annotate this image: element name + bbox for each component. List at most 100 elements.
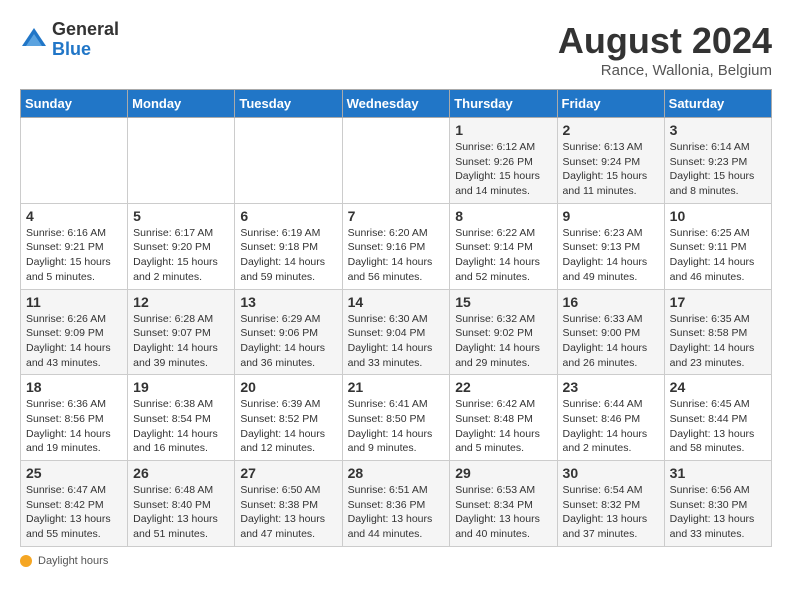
calendar-cell: 11 Sunrise: 6:26 AM Sunset: 9:09 PM Dayli… <box>21 289 128 375</box>
calendar-day-header: Friday <box>557 90 664 118</box>
day-number: 30 <box>563 465 659 481</box>
logo-icon <box>20 26 48 54</box>
day-info: Sunrise: 6:36 AM Sunset: 8:56 PM Dayligh… <box>26 397 122 456</box>
calendar-cell: 9 Sunrise: 6:23 AM Sunset: 9:13 PM Daylig… <box>557 203 664 289</box>
day-number: 3 <box>670 122 766 138</box>
day-info: Sunrise: 6:13 AM Sunset: 9:24 PM Dayligh… <box>563 140 659 199</box>
calendar-cell: 28 Sunrise: 6:51 AM Sunset: 8:36 PM Dayli… <box>342 461 450 547</box>
day-number: 12 <box>133 294 229 310</box>
day-info: Sunrise: 6:26 AM Sunset: 9:09 PM Dayligh… <box>26 312 122 371</box>
logo-blue: Blue <box>52 40 119 60</box>
legend-text: Daylight hours <box>38 555 108 567</box>
calendar-cell: 15 Sunrise: 6:32 AM Sunset: 9:02 PM Dayli… <box>450 289 557 375</box>
day-number: 25 <box>26 465 122 481</box>
calendar-cell <box>21 118 128 204</box>
calendar-week-row: 11 Sunrise: 6:26 AM Sunset: 9:09 PM Dayli… <box>21 289 772 375</box>
calendar-cell: 30 Sunrise: 6:54 AM Sunset: 8:32 PM Dayli… <box>557 461 664 547</box>
day-number: 19 <box>133 379 229 395</box>
day-number: 8 <box>455 208 551 224</box>
day-info: Sunrise: 6:42 AM Sunset: 8:48 PM Dayligh… <box>455 397 551 456</box>
day-info: Sunrise: 6:17 AM Sunset: 9:20 PM Dayligh… <box>133 226 229 285</box>
calendar-table: SundayMondayTuesdayWednesdayThursdayFrid… <box>20 89 772 547</box>
day-number: 13 <box>240 294 336 310</box>
day-number: 22 <box>455 379 551 395</box>
day-info: Sunrise: 6:38 AM Sunset: 8:54 PM Dayligh… <box>133 397 229 456</box>
calendar-day-header: Sunday <box>21 90 128 118</box>
logo-general: General <box>52 20 119 40</box>
day-info: Sunrise: 6:20 AM Sunset: 9:16 PM Dayligh… <box>348 226 445 285</box>
calendar-week-row: 1Sunrise: 6:12 AM Sunset: 9:26 PM Daylig… <box>21 118 772 204</box>
calendar-week-row: 18 Sunrise: 6:36 AM Sunset: 8:56 PM Dayli… <box>21 375 772 461</box>
day-info: Sunrise: 6:44 AM Sunset: 8:46 PM Dayligh… <box>563 397 659 456</box>
calendar-cell: 10 Sunrise: 6:25 AM Sunset: 9:11 PM Dayli… <box>664 203 771 289</box>
day-number: 9 <box>563 208 659 224</box>
day-number: 20 <box>240 379 336 395</box>
calendar-day-header: Monday <box>128 90 235 118</box>
day-info: Sunrise: 6:25 AM Sunset: 9:11 PM Dayligh… <box>670 226 766 285</box>
page-header: General Blue August 2024 Rance, Wallonia… <box>20 20 772 79</box>
calendar-cell: 5Sunrise: 6:17 AM Sunset: 9:20 PM Daylig… <box>128 203 235 289</box>
calendar-cell: 18 Sunrise: 6:36 AM Sunset: 8:56 PM Dayli… <box>21 375 128 461</box>
calendar-cell: 12 Sunrise: 6:28 AM Sunset: 9:07 PM Dayli… <box>128 289 235 375</box>
day-info: Sunrise: 6:19 AM Sunset: 9:18 PM Dayligh… <box>240 226 336 285</box>
day-info: Sunrise: 6:41 AM Sunset: 8:50 PM Dayligh… <box>348 397 445 456</box>
logo-text: General Blue <box>52 20 119 60</box>
day-number: 21 <box>348 379 445 395</box>
day-number: 27 <box>240 465 336 481</box>
calendar-cell: 31 Sunrise: 6:56 AM Sunset: 8:30 PM Dayli… <box>664 461 771 547</box>
calendar-cell: 13 Sunrise: 6:29 AM Sunset: 9:06 PM Dayli… <box>235 289 342 375</box>
day-info: Sunrise: 6:22 AM Sunset: 9:14 PM Dayligh… <box>455 226 551 285</box>
calendar-day-header: Tuesday <box>235 90 342 118</box>
day-info: Sunrise: 6:39 AM Sunset: 8:52 PM Dayligh… <box>240 397 336 456</box>
calendar-cell: 14Sunrise: 6:30 AM Sunset: 9:04 PM Dayli… <box>342 289 450 375</box>
calendar-cell: 23 Sunrise: 6:44 AM Sunset: 8:46 PM Dayli… <box>557 375 664 461</box>
day-info: Sunrise: 6:56 AM Sunset: 8:30 PM Dayligh… <box>670 483 766 542</box>
day-info: Sunrise: 6:47 AM Sunset: 8:42 PM Dayligh… <box>26 483 122 542</box>
day-info: Sunrise: 6:32 AM Sunset: 9:02 PM Dayligh… <box>455 312 551 371</box>
day-number: 18 <box>26 379 122 395</box>
calendar-week-row: 25 Sunrise: 6:47 AM Sunset: 8:42 PM Dayli… <box>21 461 772 547</box>
day-info: Sunrise: 6:54 AM Sunset: 8:32 PM Dayligh… <box>563 483 659 542</box>
day-info: Sunrise: 6:12 AM Sunset: 9:26 PM Dayligh… <box>455 140 551 199</box>
month-year: August 2024 <box>558 20 772 62</box>
calendar-header-row: SundayMondayTuesdayWednesdayThursdayFrid… <box>21 90 772 118</box>
day-number: 28 <box>348 465 445 481</box>
day-info: Sunrise: 6:28 AM Sunset: 9:07 PM Dayligh… <box>133 312 229 371</box>
day-number: 26 <box>133 465 229 481</box>
day-number: 2 <box>563 122 659 138</box>
calendar-cell: 27Sunrise: 6:50 AM Sunset: 8:38 PM Dayli… <box>235 461 342 547</box>
calendar-cell: 1Sunrise: 6:12 AM Sunset: 9:26 PM Daylig… <box>450 118 557 204</box>
calendar-cell: 6 Sunrise: 6:19 AM Sunset: 9:18 PM Daylig… <box>235 203 342 289</box>
day-number: 4 <box>26 208 122 224</box>
day-info: Sunrise: 6:53 AM Sunset: 8:34 PM Dayligh… <box>455 483 551 542</box>
day-number: 17 <box>670 294 766 310</box>
calendar-cell: 21 Sunrise: 6:41 AM Sunset: 8:50 PM Dayli… <box>342 375 450 461</box>
day-number: 31 <box>670 465 766 481</box>
calendar-cell: 3 Sunrise: 6:14 AM Sunset: 9:23 PM Daylig… <box>664 118 771 204</box>
day-number: 6 <box>240 208 336 224</box>
calendar-cell <box>128 118 235 204</box>
day-info: Sunrise: 6:14 AM Sunset: 9:23 PM Dayligh… <box>670 140 766 199</box>
calendar-cell: 8 Sunrise: 6:22 AM Sunset: 9:14 PM Daylig… <box>450 203 557 289</box>
calendar-cell: 4 Sunrise: 6:16 AM Sunset: 9:21 PM Daylig… <box>21 203 128 289</box>
day-number: 23 <box>563 379 659 395</box>
day-info: Sunrise: 6:48 AM Sunset: 8:40 PM Dayligh… <box>133 483 229 542</box>
logo: General Blue <box>20 20 119 60</box>
calendar-day-header: Thursday <box>450 90 557 118</box>
calendar-cell <box>235 118 342 204</box>
day-number: 11 <box>26 294 122 310</box>
day-info: Sunrise: 6:16 AM Sunset: 9:21 PM Dayligh… <box>26 226 122 285</box>
calendar-cell: 24Sunrise: 6:45 AM Sunset: 8:44 PM Dayli… <box>664 375 771 461</box>
calendar-week-row: 4 Sunrise: 6:16 AM Sunset: 9:21 PM Daylig… <box>21 203 772 289</box>
day-number: 10 <box>670 208 766 224</box>
day-info: Sunrise: 6:29 AM Sunset: 9:06 PM Dayligh… <box>240 312 336 371</box>
calendar-cell: 2 Sunrise: 6:13 AM Sunset: 9:24 PM Daylig… <box>557 118 664 204</box>
day-info: Sunrise: 6:51 AM Sunset: 8:36 PM Dayligh… <box>348 483 445 542</box>
day-number: 29 <box>455 465 551 481</box>
location: Rance, Wallonia, Belgium <box>558 62 772 79</box>
day-number: 15 <box>455 294 551 310</box>
day-info: Sunrise: 6:23 AM Sunset: 9:13 PM Dayligh… <box>563 226 659 285</box>
day-info: Sunrise: 6:30 AM Sunset: 9:04 PM Dayligh… <box>348 312 445 371</box>
calendar-cell: 29 Sunrise: 6:53 AM Sunset: 8:34 PM Dayli… <box>450 461 557 547</box>
legend: Daylight hours <box>20 555 772 567</box>
